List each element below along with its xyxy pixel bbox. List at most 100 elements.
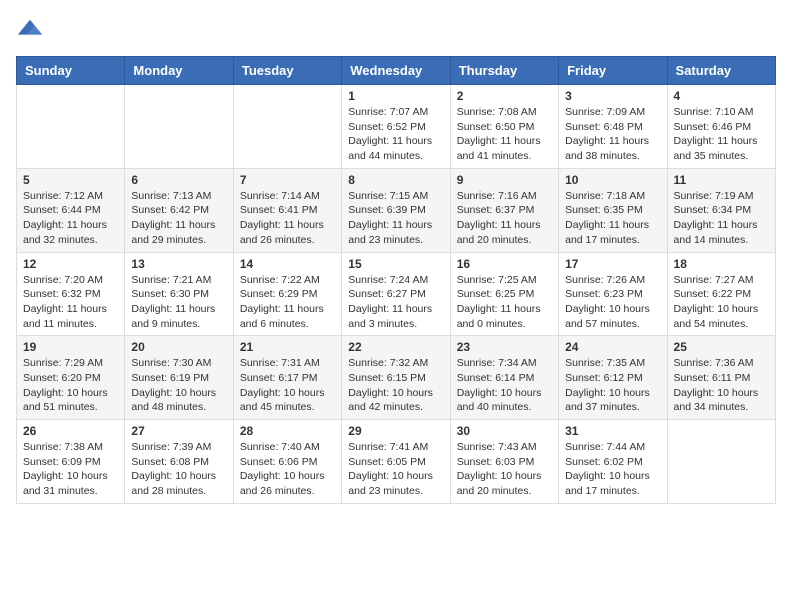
day-number: 26 xyxy=(23,424,118,438)
day-number: 25 xyxy=(674,340,769,354)
calendar-day-cell: 22Sunrise: 7:32 AMSunset: 6:15 PMDayligh… xyxy=(342,336,450,420)
day-info: Sunrise: 7:13 AMSunset: 6:42 PMDaylight:… xyxy=(131,189,226,248)
day-number: 18 xyxy=(674,257,769,271)
day-number: 27 xyxy=(131,424,226,438)
day-info: Sunrise: 7:19 AMSunset: 6:34 PMDaylight:… xyxy=(674,189,769,248)
day-info: Sunrise: 7:22 AMSunset: 6:29 PMDaylight:… xyxy=(240,273,335,332)
day-info: Sunrise: 7:21 AMSunset: 6:30 PMDaylight:… xyxy=(131,273,226,332)
calendar-day-cell: 11Sunrise: 7:19 AMSunset: 6:34 PMDayligh… xyxy=(667,168,775,252)
calendar-day-cell: 25 Sunrise: 7:36 AMSunset: 6:11 PMDayligh… xyxy=(667,336,775,420)
day-info: Sunrise: 7:18 AMSunset: 6:35 PMDaylight:… xyxy=(565,189,660,248)
calendar-day-cell: 9 Sunrise: 7:16 AMSunset: 6:37 PMDaylight… xyxy=(450,168,558,252)
calendar-day-cell: 23Sunrise: 7:34 AMSunset: 6:14 PMDayligh… xyxy=(450,336,558,420)
logo xyxy=(16,16,48,44)
day-number: 15 xyxy=(348,257,443,271)
day-info: Sunrise: 7:15 AMSunset: 6:39 PMDaylight:… xyxy=(348,189,443,248)
day-number: 8 xyxy=(348,173,443,187)
calendar-day-cell: 17 Sunrise: 7:26 AMSunset: 6:23 PMDayligh… xyxy=(559,252,667,336)
calendar-day-cell: 14 Sunrise: 7:22 AMSunset: 6:29 PMDayligh… xyxy=(233,252,341,336)
day-number: 2 xyxy=(457,89,552,103)
calendar-day-cell: 3 Sunrise: 7:09 AMSunset: 6:48 PMDaylight… xyxy=(559,85,667,169)
day-number: 6 xyxy=(131,173,226,187)
logo-icon xyxy=(16,16,44,44)
calendar-day-cell: 4 Sunrise: 7:10 AMSunset: 6:46 PMDaylight… xyxy=(667,85,775,169)
day-info: Sunrise: 7:41 AMSunset: 6:05 PMDaylight:… xyxy=(348,440,443,499)
day-number: 9 xyxy=(457,173,552,187)
weekday-header: Friday xyxy=(559,57,667,85)
day-number: 28 xyxy=(240,424,335,438)
day-info: Sunrise: 7:26 AMSunset: 6:23 PMDaylight:… xyxy=(565,273,660,332)
weekday-header: Thursday xyxy=(450,57,558,85)
day-info: Sunrise: 7:30 AMSunset: 6:19 PMDaylight:… xyxy=(131,356,226,415)
day-number: 24 xyxy=(565,340,660,354)
day-number: 17 xyxy=(565,257,660,271)
day-number: 30 xyxy=(457,424,552,438)
day-info: Sunrise: 7:44 AMSunset: 6:02 PMDaylight:… xyxy=(565,440,660,499)
day-number: 16 xyxy=(457,257,552,271)
day-number: 14 xyxy=(240,257,335,271)
day-number: 29 xyxy=(348,424,443,438)
calendar-week-row: 26 Sunrise: 7:38 AMSunset: 6:09 PMDayligh… xyxy=(17,420,776,504)
calendar-day-cell: 19 Sunrise: 7:29 AMSunset: 6:20 PMDayligh… xyxy=(17,336,125,420)
day-info: Sunrise: 7:14 AMSunset: 6:41 PMDaylight:… xyxy=(240,189,335,248)
calendar-day-cell xyxy=(233,85,341,169)
day-number: 3 xyxy=(565,89,660,103)
day-info: Sunrise: 7:35 AMSunset: 6:12 PMDaylight:… xyxy=(565,356,660,415)
page-header xyxy=(16,16,776,44)
weekday-header: Tuesday xyxy=(233,57,341,85)
calendar-day-cell: 21 Sunrise: 7:31 AMSunset: 6:17 PMDayligh… xyxy=(233,336,341,420)
day-number: 10 xyxy=(565,173,660,187)
calendar-day-cell: 15 Sunrise: 7:24 AMSunset: 6:27 PMDayligh… xyxy=(342,252,450,336)
day-info: Sunrise: 7:10 AMSunset: 6:46 PMDaylight:… xyxy=(674,105,769,164)
calendar-day-cell: 10 Sunrise: 7:18 AMSunset: 6:35 PMDayligh… xyxy=(559,168,667,252)
day-number: 19 xyxy=(23,340,118,354)
calendar-day-cell: 8 Sunrise: 7:15 AMSunset: 6:39 PMDaylight… xyxy=(342,168,450,252)
calendar-day-cell: 26 Sunrise: 7:38 AMSunset: 6:09 PMDayligh… xyxy=(17,420,125,504)
day-info: Sunrise: 7:40 AMSunset: 6:06 PMDaylight:… xyxy=(240,440,335,499)
calendar-table: SundayMondayTuesdayWednesdayThursdayFrid… xyxy=(16,56,776,504)
day-number: 4 xyxy=(674,89,769,103)
calendar-day-cell: 29 Sunrise: 7:41 AMSunset: 6:05 PMDayligh… xyxy=(342,420,450,504)
day-info: Sunrise: 7:39 AMSunset: 6:08 PMDaylight:… xyxy=(131,440,226,499)
day-info: Sunrise: 7:09 AMSunset: 6:48 PMDaylight:… xyxy=(565,105,660,164)
day-info: Sunrise: 7:29 AMSunset: 6:20 PMDaylight:… xyxy=(23,356,118,415)
weekday-header: Saturday xyxy=(667,57,775,85)
calendar-day-cell: 12Sunrise: 7:20 AMSunset: 6:32 PMDayligh… xyxy=(17,252,125,336)
calendar-day-cell xyxy=(667,420,775,504)
day-number: 13 xyxy=(131,257,226,271)
day-info: Sunrise: 7:16 AMSunset: 6:37 PMDaylight:… xyxy=(457,189,552,248)
day-number: 21 xyxy=(240,340,335,354)
day-number: 12 xyxy=(23,257,118,271)
calendar-day-cell: 27 Sunrise: 7:39 AMSunset: 6:08 PMDayligh… xyxy=(125,420,233,504)
day-info: Sunrise: 7:31 AMSunset: 6:17 PMDaylight:… xyxy=(240,356,335,415)
day-number: 20 xyxy=(131,340,226,354)
calendar-week-row: 19 Sunrise: 7:29 AMSunset: 6:20 PMDayligh… xyxy=(17,336,776,420)
day-number: 1 xyxy=(348,89,443,103)
day-info: Sunrise: 7:24 AMSunset: 6:27 PMDaylight:… xyxy=(348,273,443,332)
calendar-day-cell: 31 Sunrise: 7:44 AMSunset: 6:02 PMDayligh… xyxy=(559,420,667,504)
calendar-day-cell: 6 Sunrise: 7:13 AMSunset: 6:42 PMDaylight… xyxy=(125,168,233,252)
day-number: 22 xyxy=(348,340,443,354)
day-info: Sunrise: 7:07 AMSunset: 6:52 PMDaylight:… xyxy=(348,105,443,164)
day-info: Sunrise: 7:12 AMSunset: 6:44 PMDaylight:… xyxy=(23,189,118,248)
weekday-header: Wednesday xyxy=(342,57,450,85)
calendar-day-cell: 24 Sunrise: 7:35 AMSunset: 6:12 PMDayligh… xyxy=(559,336,667,420)
day-number: 7 xyxy=(240,173,335,187)
calendar-day-cell: 13 Sunrise: 7:21 AMSunset: 6:30 PMDayligh… xyxy=(125,252,233,336)
day-info: Sunrise: 7:25 AMSunset: 6:25 PMDaylight:… xyxy=(457,273,552,332)
day-info: Sunrise: 7:36 AMSunset: 6:11 PMDaylight:… xyxy=(674,356,769,415)
day-info: Sunrise: 7:27 AMSunset: 6:22 PMDaylight:… xyxy=(674,273,769,332)
calendar-day-cell: 20 Sunrise: 7:30 AMSunset: 6:19 PMDayligh… xyxy=(125,336,233,420)
calendar-day-cell: 2Sunrise: 7:08 AMSunset: 6:50 PMDaylight… xyxy=(450,85,558,169)
day-number: 31 xyxy=(565,424,660,438)
day-number: 23 xyxy=(457,340,552,354)
calendar-day-cell xyxy=(17,85,125,169)
calendar-day-cell: 5 Sunrise: 7:12 AMSunset: 6:44 PMDaylight… xyxy=(17,168,125,252)
calendar-day-cell: 16 Sunrise: 7:25 AMSunset: 6:25 PMDayligh… xyxy=(450,252,558,336)
calendar-day-cell: 7 Sunrise: 7:14 AMSunset: 6:41 PMDaylight… xyxy=(233,168,341,252)
calendar-day-cell: 30Sunrise: 7:43 AMSunset: 6:03 PMDayligh… xyxy=(450,420,558,504)
day-number: 5 xyxy=(23,173,118,187)
day-info: Sunrise: 7:38 AMSunset: 6:09 PMDaylight:… xyxy=(23,440,118,499)
calendar-day-cell: 18 Sunrise: 7:27 AMSunset: 6:22 PMDayligh… xyxy=(667,252,775,336)
calendar-header-row: SundayMondayTuesdayWednesdayThursdayFrid… xyxy=(17,57,776,85)
